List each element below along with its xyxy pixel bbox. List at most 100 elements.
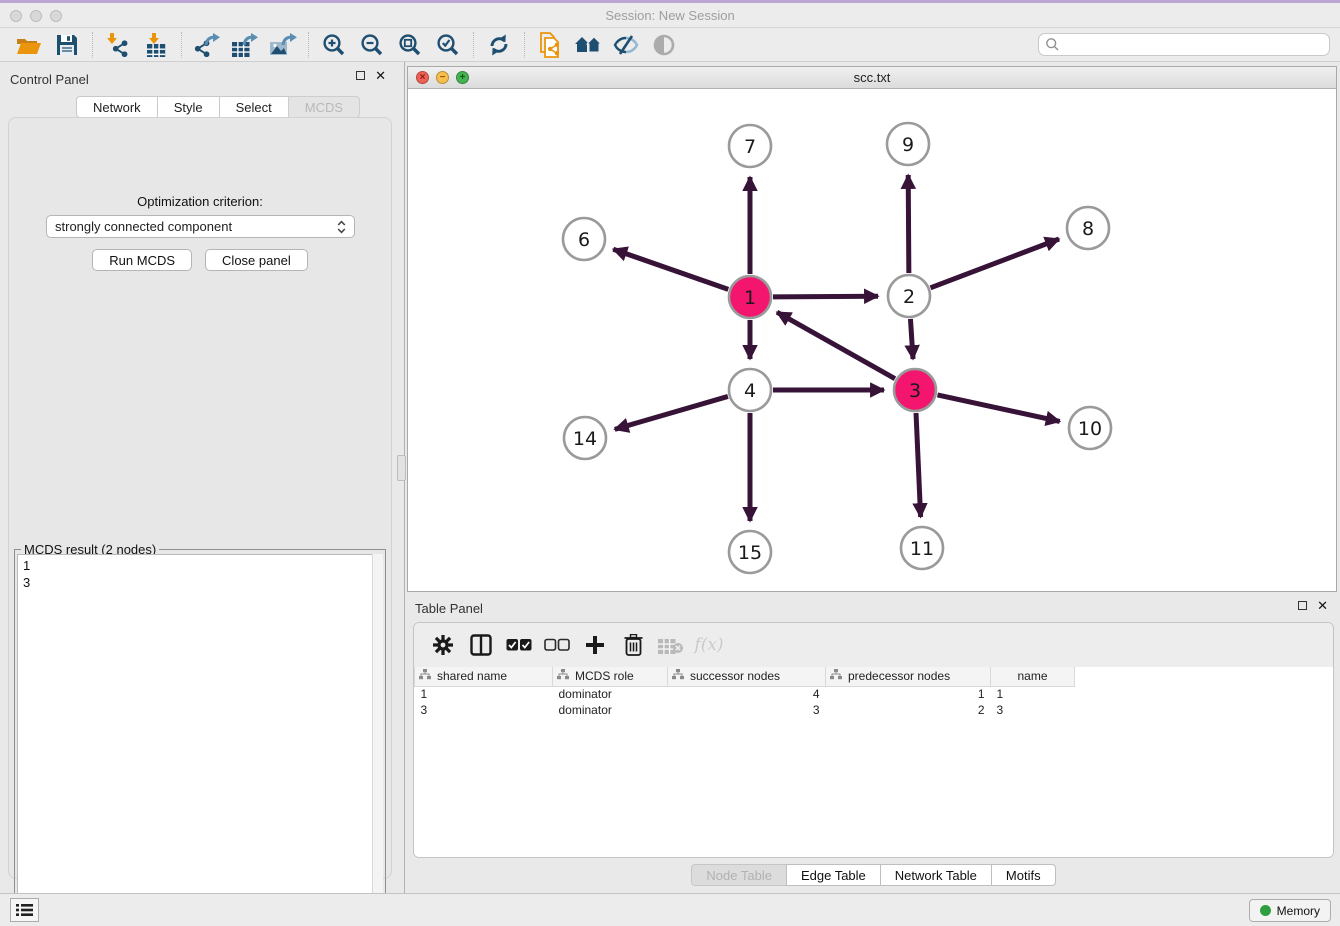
table-cell[interactable]: 1 (991, 686, 1075, 702)
tab-node-table[interactable]: Node Table (691, 864, 786, 886)
table-cell[interactable]: 3 (991, 702, 1075, 718)
edge-3-10[interactable] (937, 395, 1059, 422)
search-input[interactable] (1060, 35, 1329, 54)
open-folder-icon[interactable] (10, 30, 48, 60)
list-icon (16, 903, 33, 917)
node-label: 9 (902, 134, 914, 156)
network-canvas[interactable]: 7 9 6 8 1 2 4 3 14 10 15 11 (408, 89, 1336, 591)
close-table-panel-icon[interactable]: ✕ (1317, 601, 1328, 610)
home-icon[interactable] (569, 30, 607, 60)
eye-disabled-icon[interactable] (645, 30, 683, 60)
toolbar-separator (473, 32, 474, 58)
table-row[interactable]: 3dominator323 (415, 702, 1075, 718)
network-window-titlebar[interactable]: ×−+ scc.txt (408, 67, 1336, 89)
split-view-icon[interactable] (464, 629, 498, 661)
column-header-predecessor-nodes[interactable]: predecessor nodes (826, 667, 991, 686)
node-label: 11 (910, 538, 934, 560)
add-row-icon[interactable] (578, 629, 612, 661)
close-panel-icon[interactable]: ✕ (375, 71, 386, 80)
dropdown-stepper-icon (337, 220, 346, 234)
table-cell[interactable]: 2 (826, 702, 991, 718)
edge-3-11[interactable] (916, 413, 921, 517)
edge-2-3[interactable] (910, 319, 913, 359)
edge-2-9[interactable] (908, 175, 909, 273)
table-cell[interactable]: 1 (415, 686, 553, 702)
close-panel-button[interactable]: Close panel (205, 249, 308, 271)
node-11[interactable]: 11 (901, 527, 943, 569)
node-4[interactable]: 4 (729, 369, 771, 411)
search-box[interactable] (1038, 33, 1330, 56)
zoom-in-icon[interactable] (315, 30, 353, 60)
float-table-panel-icon[interactable] (1298, 601, 1307, 610)
zoom-fit-icon[interactable] (391, 30, 429, 60)
tab-select[interactable]: Select (219, 96, 288, 118)
criterion-dropdown[interactable]: strongly connected component (46, 215, 355, 238)
tab-network-table[interactable]: Network Table (880, 864, 991, 886)
node-6[interactable]: 6 (563, 218, 605, 260)
tab-edge-table[interactable]: Edge Table (786, 864, 880, 886)
node-8[interactable]: 8 (1067, 207, 1109, 249)
tab-mcds[interactable]: MCDS (288, 96, 360, 118)
memory-button[interactable]: Memory (1249, 899, 1331, 922)
status-bar: Memory (0, 893, 1340, 926)
gear-icon[interactable] (426, 629, 460, 661)
zoom-out-icon[interactable] (353, 30, 391, 60)
window-title: Session: New Session (0, 8, 1340, 23)
edge-1-2[interactable] (773, 296, 878, 297)
result-scrollbar[interactable] (372, 554, 383, 926)
export-table-icon[interactable] (226, 30, 264, 60)
edge-4-14[interactable] (615, 396, 728, 429)
delete-table-icon[interactable] (654, 629, 688, 661)
control-panel-title: Control Panel (10, 72, 89, 87)
column-header-name[interactable]: name (991, 667, 1075, 686)
network-from-selection-icon[interactable] (531, 30, 569, 60)
node-10[interactable]: 10 (1069, 407, 1111, 449)
hide-panel-eye-icon[interactable] (607, 30, 645, 60)
node-2[interactable]: 2 (888, 275, 930, 317)
delete-row-icon[interactable] (616, 629, 650, 661)
run-mcds-button[interactable]: Run MCDS (92, 249, 192, 271)
table-cell[interactable]: 4 (668, 686, 826, 702)
node-label: 10 (1078, 418, 1102, 440)
tab-network[interactable]: Network (76, 96, 157, 118)
select-all-icon[interactable] (502, 629, 536, 661)
node-14[interactable]: 14 (564, 417, 606, 459)
import-network-icon[interactable] (99, 30, 137, 60)
deselect-all-icon[interactable] (540, 629, 574, 661)
toolbar-separator (181, 32, 182, 58)
float-panel-icon[interactable] (356, 71, 365, 80)
fx-icon[interactable]: f(x) (692, 629, 726, 661)
node-15[interactable]: 15 (729, 531, 771, 573)
edge-3-1[interactable] (777, 312, 895, 378)
zoom-selected-icon[interactable] (429, 30, 467, 60)
import-table-icon[interactable] (137, 30, 175, 60)
table-row[interactable]: 1dominator411 (415, 686, 1075, 702)
table-cell[interactable]: dominator (553, 702, 668, 718)
node-7[interactable]: 7 (729, 125, 771, 167)
node-3[interactable]: 3 (894, 369, 936, 411)
task-history-button[interactable] (10, 898, 39, 922)
table-cell[interactable]: dominator (553, 686, 668, 702)
table-container: f(x) shared nameMCDS rolesuccessor nodes… (413, 622, 1334, 858)
panel-splitter-handle[interactable] (397, 455, 406, 481)
table-cell[interactable]: 3 (668, 702, 826, 718)
hierarchy-icon (419, 669, 431, 683)
export-image-icon[interactable] (264, 30, 302, 60)
edge-2-8[interactable] (931, 239, 1060, 288)
tab-style[interactable]: Style (157, 96, 219, 118)
toolbar-separator (308, 32, 309, 58)
node-9[interactable]: 9 (887, 123, 929, 165)
node-1[interactable]: 1 (729, 276, 771, 318)
mcds-result-text[interactable]: 1 3 (17, 554, 383, 926)
column-header-MCDS-role[interactable]: MCDS role (553, 667, 668, 686)
table-cell[interactable]: 1 (826, 686, 991, 702)
edge-1-6[interactable] (613, 249, 728, 289)
refresh-layout-icon[interactable] (480, 30, 518, 60)
save-icon[interactable] (48, 30, 86, 60)
export-network-icon[interactable] (188, 30, 226, 60)
table-cell[interactable]: 3 (415, 702, 553, 718)
tab-motifs[interactable]: Motifs (991, 864, 1056, 886)
node-table[interactable]: shared nameMCDS rolesuccessor nodesprede… (414, 667, 1333, 857)
column-header-successor-nodes[interactable]: successor nodes (668, 667, 826, 686)
column-header-shared-name[interactable]: shared name (415, 667, 553, 686)
